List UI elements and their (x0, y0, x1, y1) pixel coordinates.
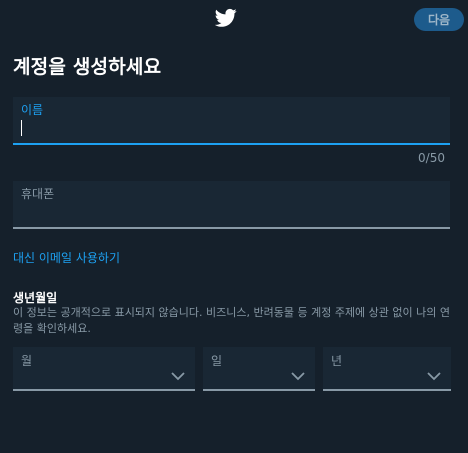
twitter-bird-icon (215, 8, 237, 27)
use-email-link[interactable]: 대신 이메일 사용하기 (13, 249, 120, 266)
chevron-down-icon (171, 372, 185, 381)
chevron-down-icon (427, 372, 441, 381)
dob-description: 이 정보는 공개적으로 표시되지 않습니다. 비즈니스, 반려동물 등 계정 주… (13, 306, 451, 335)
day-label: 일 (211, 354, 223, 368)
name-char-counter: 0/50 (418, 151, 445, 165)
dob-title: 생년월일 (13, 291, 58, 305)
phone-field[interactable]: 휴대폰 (13, 181, 450, 229)
page-title: 계정을 생성하세요 (13, 56, 162, 78)
name-field-label: 이름 (21, 103, 44, 117)
phone-field-label: 휴대폰 (21, 187, 55, 201)
next-button[interactable]: 다음 (414, 8, 464, 31)
month-label: 월 (21, 354, 33, 368)
year-select[interactable]: 년 (323, 347, 451, 391)
day-select[interactable]: 일 (203, 347, 315, 391)
top-bar: 다음 (0, 0, 468, 38)
text-caret (21, 120, 22, 136)
name-field[interactable]: 이름 (13, 97, 450, 145)
year-label: 년 (331, 354, 343, 368)
chevron-down-icon (291, 372, 305, 381)
month-select[interactable]: 월 (13, 347, 195, 391)
